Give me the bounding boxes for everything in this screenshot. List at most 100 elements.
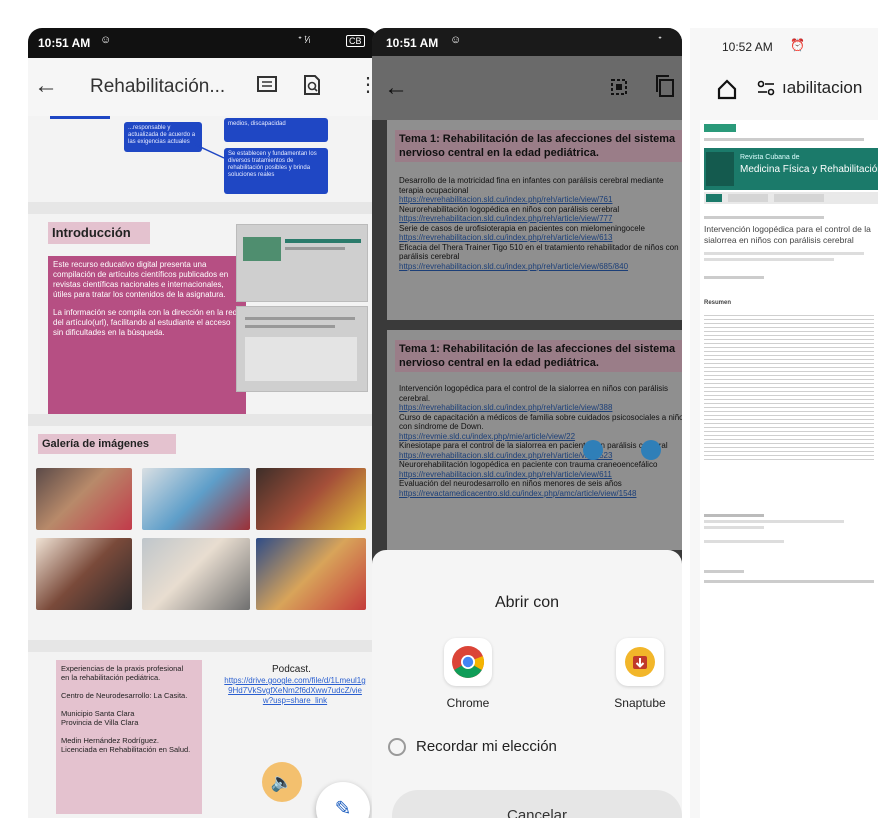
signal-icon: ᐩ ᵗ⁄ₗ	[298, 35, 311, 46]
pdf-article-list: Desarrollo de la motricidad fina en infa…	[399, 176, 682, 271]
article-entry: Intervención logopédica para el control …	[399, 384, 682, 413]
thumb-bar	[285, 239, 361, 243]
nav-tab[interactable]	[774, 194, 824, 202]
thumb-table	[245, 337, 357, 381]
copyright-line	[704, 570, 744, 573]
article-title: Evaluación del neurodesarrollo en niños …	[399, 479, 622, 488]
podcast-label: Podcast.	[272, 664, 311, 675]
pdf-download-line[interactable]	[704, 276, 764, 279]
abstract-text-block	[704, 312, 874, 462]
article-title: Eficacia del Thera Trainer Tigo 510 en e…	[399, 242, 679, 262]
thumb-line	[245, 317, 355, 320]
experiences-text: Experiencias de la praxis profesional en…	[56, 660, 202, 814]
gallery-photo-5[interactable]	[142, 538, 250, 610]
journal-banner: Revista Cubana de Medicina Física y Reha…	[704, 148, 878, 190]
article-link[interactable]: https://revrehabilitacion.sld.cu/index.p…	[399, 195, 682, 205]
authors-line	[704, 252, 864, 255]
copy-icon[interactable]	[654, 74, 676, 98]
keywords-line	[704, 520, 844, 523]
gallery-photo-6[interactable]	[256, 538, 366, 610]
gallery-photo-3[interactable]	[256, 468, 366, 530]
pdf-section-title: Tema 1: Rehabilitación de las afecciones…	[395, 130, 682, 162]
connector-line	[50, 116, 110, 119]
journal-title-line2: Medicina Física y Rehabilitación	[740, 164, 878, 175]
selection-handle-left[interactable]	[583, 440, 603, 460]
phone-screen-document-viewer: 10:51 AM ☺ ᐩ ᵗ⁄ₗ CB ← Rehabilitación... …	[28, 28, 378, 818]
open-with-bottom-sheet: Abrir con Chrome Snaptube Recordar mi el…	[372, 550, 682, 818]
article-link[interactable]: https://revactamedicacentro.sld.cu/index…	[399, 489, 682, 499]
status-bar: 10:51 AM ☺ ᐩ	[372, 28, 682, 56]
alarm-icon: ⏰	[790, 38, 805, 52]
license-line	[704, 580, 874, 583]
chrome-app-option[interactable]	[444, 638, 492, 686]
article-entry: Evaluación del neurodesarrollo en niños …	[399, 479, 682, 498]
article-title: Neurorehabilitación logopédica en pacien…	[399, 460, 658, 469]
comments-icon[interactable]	[256, 74, 278, 96]
article-link[interactable]: https://revrehabilitacion.sld.cu/index.p…	[399, 214, 682, 224]
concept-map-section: ...responsable y actualizada de acuerdo …	[28, 116, 378, 202]
url-bar[interactable]: ıabilitacion	[782, 78, 862, 98]
signal-icon: ᐩ	[658, 35, 662, 46]
pdf-section-title: Tema 1: Rehabilitación de las afecciones…	[395, 340, 682, 372]
article-title: Desarrollo de la motricidad fina en infa…	[399, 176, 664, 195]
gallery-photo-1[interactable]	[36, 468, 132, 530]
edit-fab-pencil-icon[interactable]: ✎	[316, 782, 370, 818]
back-arrow-icon[interactable]: ←	[384, 74, 408, 102]
intro-text-box: Este recurso educativo digital presenta …	[48, 256, 246, 414]
pdf-article-list: Intervención logopédica para el control …	[399, 384, 682, 498]
pdf-page-2: Tema 1: Rehabilitación de las afecciones…	[387, 330, 682, 550]
article-link[interactable]: https://revrehabilitacion.sld.cu/index.p…	[399, 403, 682, 413]
web-page: Revista Cubana de Medicina Física y Reha…	[700, 120, 878, 818]
document-canvas: ...responsable y actualizada de acuerdo …	[28, 116, 378, 818]
snaptube-icon	[625, 647, 655, 677]
article-entry: Neurorehabilitación logopédica en niños …	[399, 205, 682, 224]
concept-box-right-top: medios, discapacidad	[224, 118, 328, 142]
experiences-section: Experiencias de la praxis profesional en…	[28, 652, 378, 818]
article-title: Intervención logopédica para el control …	[399, 384, 669, 403]
article-entry: Desarrollo de la motricidad fina en infa…	[399, 176, 682, 205]
pdf-page-1: Tema 1: Rehabilitación de las afecciones…	[387, 120, 682, 320]
sheet-title: Abrir con	[494, 594, 560, 611]
thumb-line	[245, 325, 335, 328]
remember-choice-radio[interactable]	[388, 738, 406, 756]
article-link[interactable]: https://revrehabilitacion.sld.cu/index.p…	[399, 262, 682, 272]
article-title: Neurorehabilitación logopédica en niños …	[399, 204, 620, 214]
thumb-line	[285, 247, 345, 250]
journal-screenshot-thumbnail-2	[236, 306, 368, 392]
concept-box-left: ...responsable y actualizada de acuerdo …	[124, 122, 202, 152]
nav-tab[interactable]	[728, 194, 768, 202]
article-link[interactable]: https://revmie.sld.cu/index.php/mie/arti…	[399, 432, 682, 442]
speaker-icon[interactable]: 🔈	[262, 762, 302, 802]
article-link[interactable]: https://revrehabilitacion.sld.cu/index.p…	[399, 470, 682, 480]
journal-title-line1: Revista Cubana de	[740, 154, 800, 161]
selection-handle-right[interactable]	[641, 440, 661, 460]
header-line	[704, 138, 864, 141]
article-link[interactable]: https://revrehabilitacion.sld.cu/index.p…	[399, 233, 682, 243]
keywords-heading	[704, 514, 764, 517]
intro-heading: Introducción	[48, 222, 150, 244]
keywords-line	[704, 526, 764, 529]
status-bar: 10:51 AM ☺ ᐩ ᵗ⁄ₗ CB	[28, 28, 378, 58]
gallery-photo-4[interactable]	[36, 538, 132, 610]
intro-paragraph-2: La información se compila con la direcci…	[53, 308, 238, 337]
home-icon[interactable]	[716, 78, 738, 100]
article-title: Serie de casos de urofisioterapia en pac…	[399, 223, 645, 233]
author-link[interactable]	[704, 540, 784, 543]
nav-home-icon[interactable]	[706, 194, 722, 202]
journal-logo	[706, 152, 734, 186]
site-logo	[704, 124, 736, 132]
find-in-document-icon[interactable]	[302, 74, 322, 96]
cancel-button[interactable]: Cancelar	[392, 790, 682, 818]
chrome-label: Chrome	[446, 696, 490, 710]
article-link[interactable]: https://revrehabilitacion.sld.cu/index.p…	[399, 451, 682, 461]
article-title: Curso de capacitación a médicos de famil…	[399, 412, 682, 432]
site-settings-icon[interactable]	[756, 78, 776, 98]
page-scan-icon[interactable]	[608, 76, 630, 98]
gallery-photo-2[interactable]	[142, 468, 250, 530]
journal-screenshot-thumbnail	[236, 224, 368, 302]
snaptube-app-option[interactable]	[616, 638, 664, 686]
article-entry: Eficacia del Thera Trainer Tigo 510 en e…	[399, 243, 682, 272]
document-title: Rehabilitación...	[90, 76, 226, 97]
podcast-link[interactable]: https://drive.google.com/file/d/1Lmeul1g…	[224, 676, 366, 706]
back-arrow-icon[interactable]: ←	[34, 72, 58, 100]
